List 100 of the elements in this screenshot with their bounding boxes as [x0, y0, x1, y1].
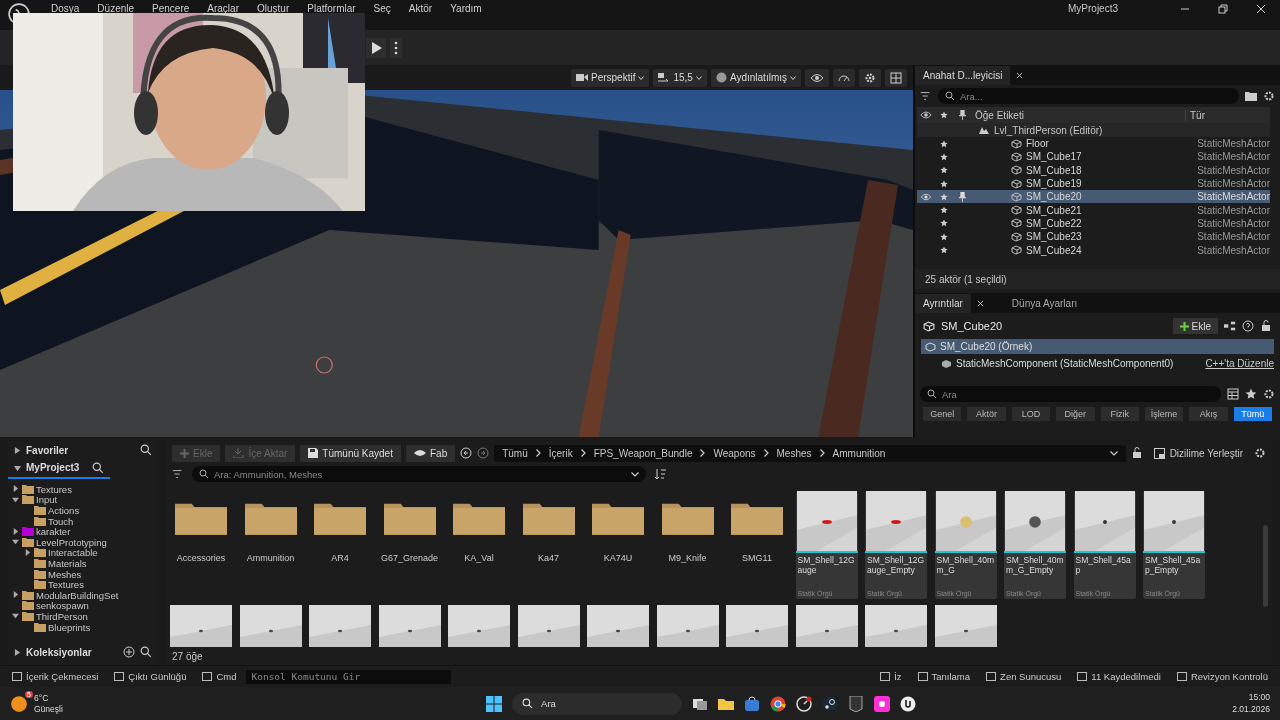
panel-tab[interactable]: Dünya Ayarları: [1003, 293, 1086, 313]
console-text-input[interactable]: Konsol Komutunu Gir: [251, 671, 447, 682]
bag-icon[interactable]: [744, 695, 761, 712]
expand-icon[interactable]: [14, 648, 21, 656]
filter-button[interactable]: Diğer: [1056, 407, 1095, 421]
settings-icon[interactable]: [1254, 447, 1266, 459]
engine-icon[interactable]: [900, 695, 917, 712]
gauge-icon[interactable]: [796, 695, 813, 712]
filter-button[interactable]: LOD: [1011, 407, 1051, 421]
expand-icon[interactable]: [12, 591, 19, 599]
layout-button[interactable]: [885, 68, 907, 87]
status-button[interactable]: Çıktı Günlüğü: [108, 671, 193, 682]
status-button[interactable]: Zen Sunucusu: [980, 671, 1068, 682]
caret-icon[interactable]: [1109, 450, 1118, 456]
star-icon[interactable]: [940, 166, 948, 175]
collapse-icon[interactable]: [12, 538, 19, 546]
filter-button[interactable]: Aktör: [967, 407, 1006, 421]
view-mode-button[interactable]: Aydınlatılmış: [710, 68, 801, 87]
menu-item[interactable]: Dosya: [42, 3, 89, 15]
expand-icon[interactable]: [14, 446, 21, 454]
steam-icon[interactable]: [822, 695, 839, 712]
panel-tab[interactable]: Ayrıntılar: [915, 293, 971, 313]
save-all-button[interactable]: Tümünü Kaydet: [300, 444, 401, 462]
outliner-tab[interactable]: Anahat D...leyicisi: [915, 65, 1011, 85]
taskbar-search[interactable]: Ara: [512, 692, 683, 715]
star-icon[interactable]: [940, 139, 948, 148]
sort-icon[interactable]: [654, 468, 666, 480]
expand-icon[interactable]: [12, 485, 19, 493]
search-icon[interactable]: [140, 646, 152, 658]
play-icon[interactable]: [366, 37, 386, 58]
status-button[interactable]: Tanılama: [911, 671, 977, 682]
collapse-icon[interactable]: [12, 495, 19, 503]
outliner-row[interactable]: Floor StaticMeshActor: [917, 137, 1270, 151]
search-input[interactable]: Ara...: [960, 90, 1232, 102]
filter-button[interactable]: Akış: [1189, 407, 1228, 421]
search-input[interactable]: Ara: Ammunition, Meshes: [214, 468, 626, 480]
search-icon[interactable]: [92, 462, 104, 474]
section-header[interactable]: Favoriler: [26, 444, 69, 456]
section-header[interactable]: MyProject3: [26, 462, 80, 474]
menu-item[interactable]: Pencere: [143, 3, 199, 15]
folder-item[interactable]: Input: [36, 494, 58, 506]
edit-link[interactable]: C++'ta Düzenle: [1205, 358, 1274, 369]
breadcrumb[interactable]: Meshes: [776, 447, 812, 459]
filter-button[interactable]: Tümü: [1233, 407, 1272, 421]
shield-icon[interactable]: [848, 695, 865, 712]
filter-button[interactable]: İşleme: [1144, 407, 1184, 421]
folder-item[interactable]: Textures: [48, 579, 84, 591]
gauge-button[interactable]: [833, 68, 855, 87]
pin-icon[interactable]: [958, 191, 966, 202]
folder-item[interactable]: Actions: [48, 505, 80, 516]
folder-label[interactable]: KA74U: [603, 553, 633, 563]
lock-icon[interactable]: [1260, 320, 1272, 332]
settings-button[interactable]: [859, 68, 881, 87]
outliner-row[interactable]: SM_Cube22 StaticMeshActor: [917, 216, 1270, 231]
clock-time[interactable]: 15:00: [1248, 692, 1270, 704]
star-icon[interactable]: [940, 192, 948, 201]
column-header[interactable]: Tür: [1185, 109, 1205, 121]
star-icon[interactable]: [940, 246, 948, 254]
menu-item[interactable]: Yardım: [441, 3, 491, 15]
outliner-row[interactable]: SM_Cube18 StaticMeshActor: [917, 163, 1270, 177]
folder-item[interactable]: Touch: [48, 515, 74, 527]
folder-item[interactable]: ThirdPerson: [36, 610, 88, 622]
section-header[interactable]: Koleksiyonlar: [26, 646, 92, 658]
folder-item[interactable]: Meshes: [48, 568, 82, 580]
sun-icon[interactable]: [10, 694, 28, 713]
folder-label[interactable]: G67_Grenade: [380, 553, 438, 563]
help-icon[interactable]: [1242, 320, 1254, 332]
component-row[interactable]: SM_Cube20 (Örnek): [921, 339, 1274, 354]
collapse-icon[interactable]: [14, 464, 21, 472]
folder-add-icon[interactable]: [1245, 90, 1257, 102]
add-button[interactable]: Ekle: [1172, 318, 1218, 334]
expand-icon[interactable]: [12, 527, 19, 535]
dock-button[interactable]: Dizilime Yerleştir: [1147, 446, 1249, 460]
filter-button[interactable]: Genel: [923, 407, 962, 421]
star-icon[interactable]: [940, 232, 948, 241]
folder-label[interactable]: SMG11: [742, 553, 772, 563]
folder-item[interactable]: ModularBuildingSet: [36, 589, 119, 601]
star-icon[interactable]: [1245, 388, 1257, 400]
eye-icon[interactable]: [920, 192, 932, 201]
filter-icon[interactable]: [172, 468, 184, 480]
folder-item[interactable]: Blueprints: [48, 621, 91, 633]
folder-label[interactable]: KA_Val: [464, 553, 494, 563]
menu-item[interactable]: Seç: [364, 3, 400, 15]
clock-date[interactable]: 2.01.2026: [1232, 703, 1270, 715]
close-icon[interactable]: [1256, 4, 1266, 14]
show-button[interactable]: [805, 68, 829, 87]
console-input[interactable]: Konsol Komutunu Gir: [246, 669, 452, 684]
collapse-icon[interactable]: [12, 612, 19, 620]
outliner-row[interactable]: SM_Cube20 StaticMeshActor: [917, 190, 1270, 204]
restore-icon[interactable]: [1218, 4, 1228, 14]
level-row[interactable]: Lvl_ThirdPerson (Editör): [917, 123, 1270, 137]
menu-item[interactable]: Araçlar: [198, 3, 248, 15]
folder-item[interactable]: Textures: [36, 483, 72, 495]
status-button[interactable]: İz: [874, 671, 908, 682]
outliner-row[interactable]: SM_Cube19 StaticMeshActor: [917, 176, 1270, 191]
folder-label[interactable]: Ka47: [538, 553, 559, 563]
outliner-row[interactable]: SM_Cube17 StaticMeshActor: [917, 150, 1270, 164]
outliner-row[interactable]: SM_Cube24 StaticMeshActor: [917, 243, 1270, 257]
more-icon[interactable]: [390, 37, 402, 58]
folder-label[interactable]: Ammunition: [246, 553, 295, 563]
